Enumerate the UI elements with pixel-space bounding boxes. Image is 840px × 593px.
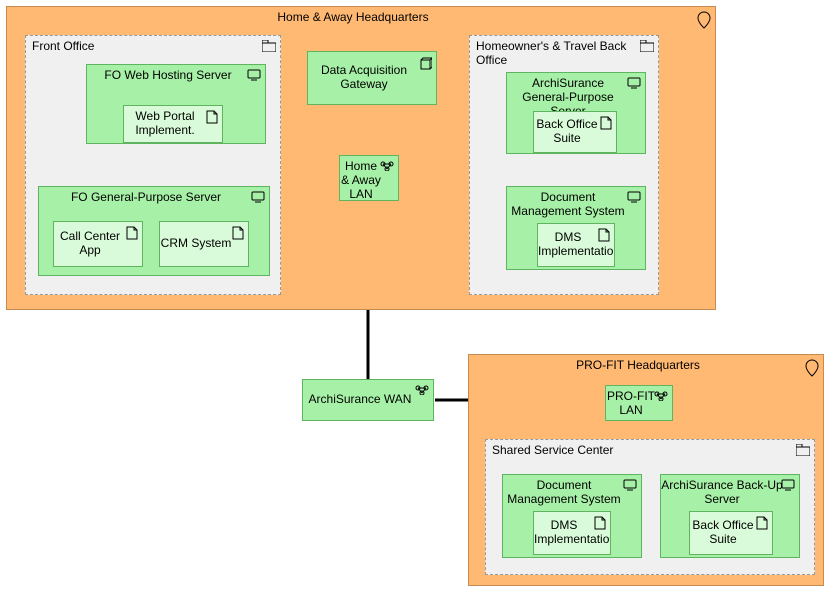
group-icon — [796, 444, 810, 459]
back-office-group[interactable]: Homeowner's & Travel Back Office ArchiSu… — [469, 35, 659, 295]
web-portal-artifact[interactable]: Web Portal Implement. — [123, 105, 223, 143]
back-office-title: Homeowner's & Travel Back Office — [476, 40, 638, 68]
artifact-icon — [598, 228, 610, 245]
call-center-artifact-title: Call Center App — [54, 230, 126, 258]
shared-service-center-title: Shared Service Center — [492, 444, 613, 458]
network-icon — [380, 160, 394, 174]
document-management-2[interactable]: Document Management System DMS Implement… — [502, 474, 642, 558]
dms-impl-1[interactable]: DMS Implementation — [537, 223, 615, 267]
home-away-lan[interactable]: Home & Away LAN — [339, 155, 399, 201]
pro-fit-hq[interactable]: PRO-FIT Headquarters PRO-FIT LAN Shared … — [468, 354, 824, 586]
dms-impl-1-title: DMS Implementation — [538, 231, 598, 259]
web-portal-artifact-title: Web Portal Implement. — [124, 110, 206, 138]
document-management-1-title: Document Management System — [507, 191, 629, 219]
artifact-icon — [126, 226, 138, 243]
document-management-1[interactable]: Document Management System DMS Implement… — [506, 186, 646, 270]
archisurance-backup-server[interactable]: ArchiSurance Back-Up Server Back Office … — [660, 474, 800, 558]
artifact-icon — [232, 226, 244, 243]
shared-service-center[interactable]: Shared Service Center Document Managemen… — [485, 439, 815, 575]
document-management-2-title: Document Management System — [503, 479, 625, 507]
archisurance-backup-server-title: ArchiSurance Back-Up Server — [661, 479, 783, 507]
dms-impl-2-title: DMS Implementation — [534, 519, 594, 547]
back-office-suite-2-title: Back Office Suite — [690, 519, 756, 547]
pro-fit-lan-title: PRO-FIT LAN — [606, 390, 656, 418]
archisurance-gp-server[interactable]: ArchiSurance General-Purpose Server Back… — [506, 72, 646, 154]
home-away-hq-title: Home & Away Headquarters — [7, 11, 699, 25]
device-icon — [781, 479, 795, 494]
device-icon — [627, 191, 641, 206]
device-icon — [251, 191, 265, 206]
crm-system-artifact[interactable]: CRM System — [159, 221, 249, 267]
device-icon — [627, 77, 641, 92]
call-center-artifact[interactable]: Call Center App — [53, 221, 143, 267]
fo-general-purpose-server-title: FO General-Purpose Server — [39, 191, 253, 205]
crm-system-artifact-title: CRM System — [160, 237, 232, 251]
artifact-icon — [600, 116, 612, 133]
archisurance-wan[interactable]: ArchiSurance WAN — [302, 379, 434, 421]
artifact-icon — [594, 516, 606, 533]
fo-web-hosting-server[interactable]: FO Web Hosting Server Web Portal Impleme… — [86, 64, 266, 144]
device-icon — [623, 479, 637, 494]
device-icon — [247, 69, 261, 84]
fo-web-hosting-server-title: FO Web Hosting Server — [87, 69, 249, 83]
dms-impl-2[interactable]: DMS Implementation — [533, 511, 611, 555]
back-office-suite-1-title: Back Office Suite — [534, 118, 600, 146]
group-icon — [640, 40, 654, 55]
node3d-icon — [418, 56, 432, 73]
pro-fit-hq-title: PRO-FIT Headquarters — [469, 359, 807, 373]
data-acquisition-gateway[interactable]: Data Acquisition Gateway — [307, 51, 437, 105]
fo-general-purpose-server[interactable]: FO General-Purpose Server Call Center Ap… — [38, 186, 270, 276]
front-office-title: Front Office — [32, 40, 94, 54]
artifact-icon — [206, 110, 218, 127]
back-office-suite-1[interactable]: Back Office Suite — [533, 111, 617, 153]
artifact-icon — [756, 516, 768, 533]
back-office-suite-2[interactable]: Back Office Suite — [689, 511, 773, 555]
home-away-lan-title: Home & Away LAN — [340, 160, 382, 201]
pro-fit-lan[interactable]: PRO-FIT LAN — [605, 385, 673, 421]
network-icon — [415, 384, 429, 398]
network-icon — [654, 390, 668, 404]
front-office-group[interactable]: Front Office FO Web Hosting Server Web P… — [25, 35, 281, 295]
data-acquisition-gateway-title: Data Acquisition Gateway — [308, 64, 420, 92]
location-icon — [805, 359, 819, 380]
location-icon — [697, 11, 711, 32]
home-away-hq[interactable]: Home & Away Headquarters Front Office FO… — [6, 6, 716, 310]
group-icon — [262, 40, 276, 55]
archisurance-wan-title: ArchiSurance WAN — [303, 393, 417, 407]
